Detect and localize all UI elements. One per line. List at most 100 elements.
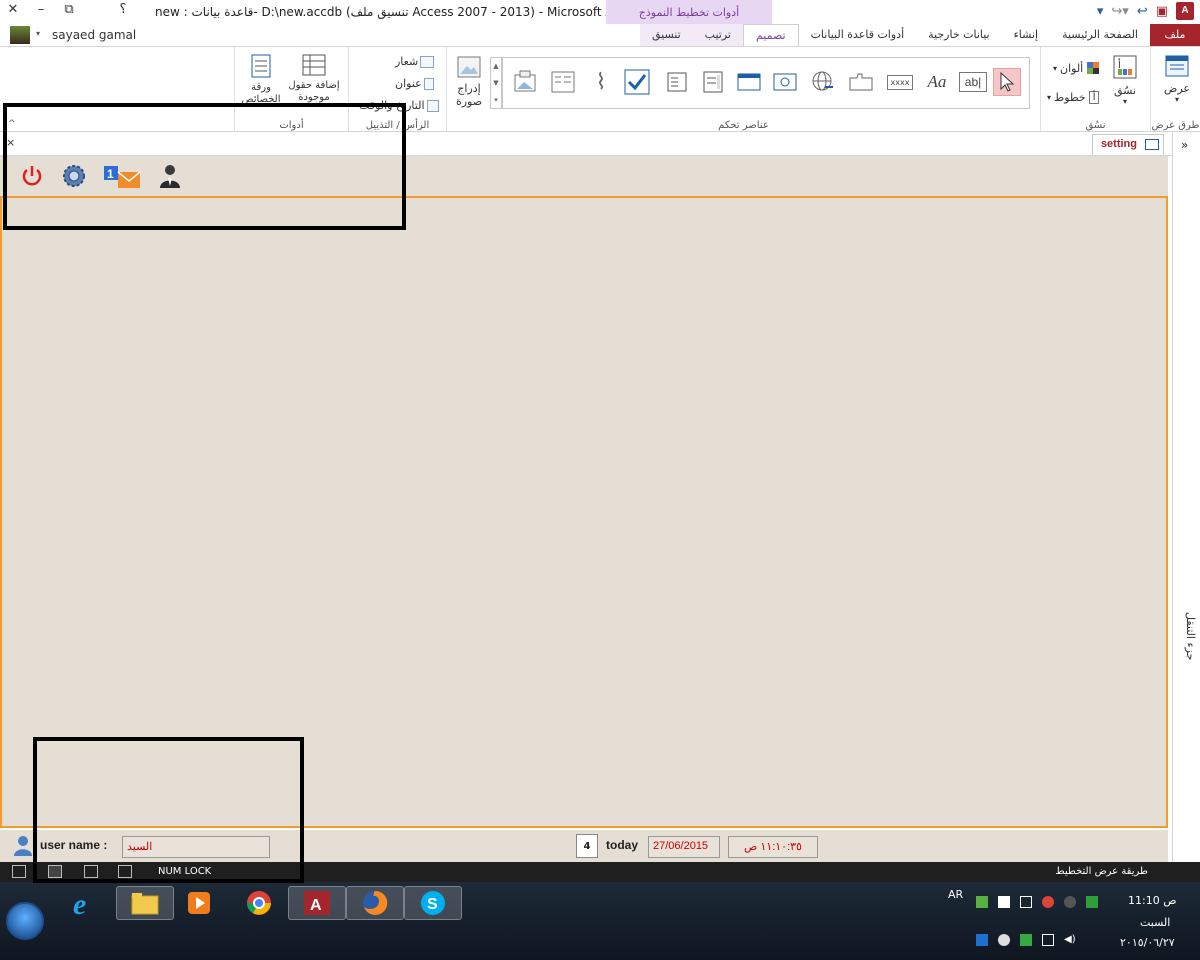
undo-icon[interactable]: ↩ xyxy=(1137,4,1148,19)
svg-text:A: A xyxy=(310,897,322,914)
minimize-button[interactable]: – xyxy=(32,2,50,17)
navigation-control-icon[interactable] xyxy=(735,68,763,96)
themes-button[interactable]: أ نسُق ▾ xyxy=(1105,53,1145,106)
web-browser-control-icon[interactable] xyxy=(771,68,799,96)
tray-device-icon[interactable] xyxy=(1042,934,1054,946)
redo-dropdown-icon[interactable]: ↪▾ xyxy=(1111,4,1128,19)
view-button[interactable]: عرض ▾ xyxy=(1159,53,1195,104)
firefox-icon xyxy=(363,890,388,915)
themes-icon: أ xyxy=(1113,55,1137,79)
tray-chrome-icon[interactable] xyxy=(1042,896,1054,908)
view-dropdown-icon: ▾ xyxy=(1174,95,1179,104)
date-field[interactable]: 27/06/2015 xyxy=(648,836,720,858)
title-label: عنوان xyxy=(395,77,422,90)
select-pointer-icon[interactable] xyxy=(993,68,1021,96)
customize-qat-icon[interactable]: ▾ xyxy=(1097,4,1104,19)
volume-icon[interactable]: ◀) xyxy=(1064,934,1076,946)
tab-database-tools[interactable]: أدوات قاعدة البيانات xyxy=(799,24,917,46)
tray-sync-icon[interactable] xyxy=(1020,934,1032,946)
attachment-control-icon[interactable]: ⌇ xyxy=(587,68,615,96)
tab-control-icon[interactable] xyxy=(847,68,875,96)
add-existing-fields-button[interactable]: إضافة حقول موجودة xyxy=(285,53,343,104)
navigation-pane[interactable]: » جزء التنقل xyxy=(1172,132,1200,862)
collapse-ribbon-icon[interactable]: ^ xyxy=(8,119,16,129)
taskbar-ie[interactable]: e xyxy=(56,886,114,920)
logo-label: شعار xyxy=(395,55,419,68)
taskbar-access[interactable]: A xyxy=(288,886,346,920)
tab-home[interactable]: الصفحة الرئيسية xyxy=(1050,24,1150,46)
close-button[interactable]: ✕ xyxy=(4,2,22,17)
hyperlink-control-icon[interactable] xyxy=(809,68,837,96)
tray-bell-icon[interactable] xyxy=(1064,896,1076,908)
gallery-scroll[interactable]: ▲ ▼ ▾ xyxy=(490,57,502,109)
taskbar-firefox[interactable] xyxy=(346,886,404,920)
tab-design[interactable]: تصميم xyxy=(742,24,799,46)
account-dropdown-icon[interactable]: ▾ xyxy=(36,29,40,38)
taskbar-media-player[interactable] xyxy=(170,886,228,920)
tray-windows-icon[interactable] xyxy=(998,896,1010,908)
subform-control-icon[interactable] xyxy=(549,68,577,96)
user-name-field[interactable]: السيد xyxy=(122,836,270,858)
tray-display-icon[interactable] xyxy=(976,934,988,946)
layout-view-icon[interactable] xyxy=(12,865,26,878)
power-icon[interactable] xyxy=(18,162,46,190)
view-mode-label: طريقة عرض التخطيط xyxy=(1055,866,1148,877)
colors-label: ألوان xyxy=(1060,61,1084,75)
option-group-control-icon[interactable] xyxy=(699,68,727,96)
settings-gear-icon[interactable] xyxy=(60,162,88,190)
language-indicator[interactable]: AR xyxy=(948,888,963,901)
property-sheet-label: ورقة الخصائص xyxy=(241,82,281,105)
image-control-icon[interactable] xyxy=(511,68,539,96)
taskbar-skype[interactable]: S xyxy=(404,886,462,920)
tray-network-icon[interactable] xyxy=(976,896,988,908)
clock-time[interactable]: 11:10 ص xyxy=(1128,894,1177,907)
datetime-button[interactable]: التاريخ والوقت xyxy=(359,99,439,112)
fonts-button[interactable]: ▾ خطوط أ xyxy=(1047,91,1100,104)
user-profile-icon[interactable] xyxy=(156,162,184,190)
avatar[interactable] xyxy=(10,26,30,44)
document-tab-label: setting xyxy=(1100,138,1137,150)
form-view-icon[interactable] xyxy=(48,865,62,878)
combo-box-control-icon[interactable] xyxy=(663,68,691,96)
document-tab-setting[interactable]: setting xyxy=(1091,134,1164,155)
taskbar-chrome[interactable] xyxy=(230,886,288,920)
quick-access-toolbar: ▾ ↪▾ ↩ ▣ A xyxy=(1097,2,1194,20)
messages-icon[interactable]: 1 xyxy=(102,162,144,190)
tab-file[interactable]: ملف xyxy=(1150,24,1200,46)
start-button[interactable] xyxy=(6,902,44,940)
clock-day[interactable]: السبت xyxy=(1140,916,1170,929)
svg-text:1: 1 xyxy=(107,167,114,181)
logo-button[interactable]: شعار xyxy=(395,55,435,68)
account-name[interactable]: sayaed gamal xyxy=(52,28,136,42)
tab-create[interactable]: إنشاء xyxy=(1002,24,1050,46)
title-button[interactable]: عنوان xyxy=(395,77,434,90)
tab-format[interactable]: تنسيق xyxy=(639,24,693,46)
tray-flag-icon[interactable] xyxy=(1020,896,1032,908)
insert-image-button[interactable]: إدراج صورة xyxy=(450,55,488,108)
window-title: new : قاعدة بيانات- D:\new.accdb (تنسيق … xyxy=(155,5,647,19)
internet-explorer-icon: e xyxy=(73,888,86,918)
close-document-button[interactable]: × xyxy=(6,136,15,149)
textbox-control-icon[interactable]: ab| xyxy=(959,72,987,92)
button-control-icon[interactable]: xxxx xyxy=(885,68,915,96)
taskbar-explorer[interactable] xyxy=(116,886,174,920)
view-label: عرض xyxy=(1164,82,1190,95)
label-control-icon[interactable]: Aa xyxy=(923,68,951,96)
tab-arrange[interactable]: ترتيب xyxy=(692,24,743,46)
colors-button[interactable]: ▾ ألوان xyxy=(1053,61,1100,75)
save-icon[interactable]: ▣ xyxy=(1156,4,1168,19)
tab-external-data[interactable]: بيانات خارجية xyxy=(916,24,1001,46)
checkbox-control-icon[interactable] xyxy=(623,68,651,96)
expand-nav-pane-icon[interactable]: » xyxy=(1181,138,1188,152)
controls-gallery: ab| Aa xxxx ⌇ xyxy=(502,57,1030,109)
property-sheet-button[interactable]: ورقة الخصائص xyxy=(239,53,283,106)
user-name-label: user name : xyxy=(40,838,108,852)
tray-update-icon[interactable] xyxy=(1086,896,1098,908)
time-field[interactable]: ١١:١٠:٣٥ ص xyxy=(728,836,818,858)
tray-power-icon[interactable] xyxy=(998,934,1010,946)
clock-date[interactable]: ٢٠١٥/٠٦/٢٧ xyxy=(1120,936,1175,949)
datasheet-view-icon[interactable] xyxy=(84,865,98,878)
design-view-icon[interactable] xyxy=(118,865,132,878)
restore-button[interactable]: ⧉ xyxy=(60,2,78,17)
help-button[interactable]: ؟ xyxy=(114,2,132,17)
